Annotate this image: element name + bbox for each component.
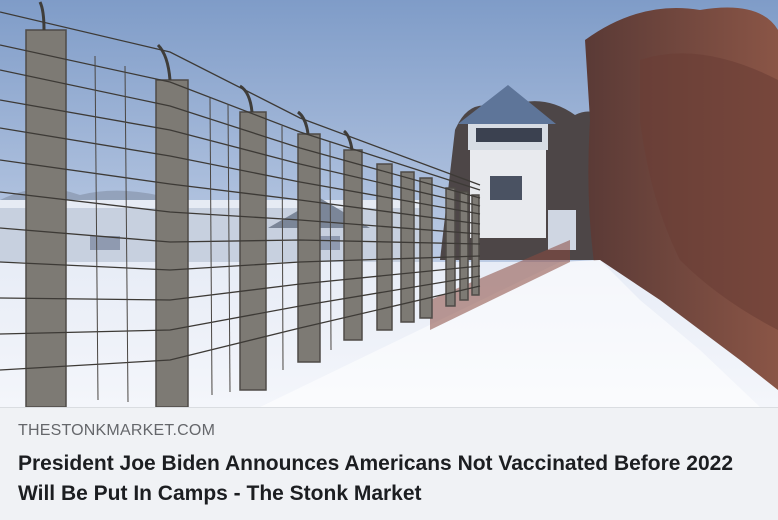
link-preview-card[interactable]: THESTONKMARKET.COM President Joe Biden A… [0, 0, 778, 520]
preview-image[interactable] [0, 0, 778, 407]
article-title[interactable]: President Joe Biden Announces Americans … [18, 449, 738, 509]
link-preview-meta[interactable]: THESTONKMARKET.COM President Joe Biden A… [0, 407, 778, 520]
source-domain: THESTONKMARKET.COM [18, 422, 216, 439]
